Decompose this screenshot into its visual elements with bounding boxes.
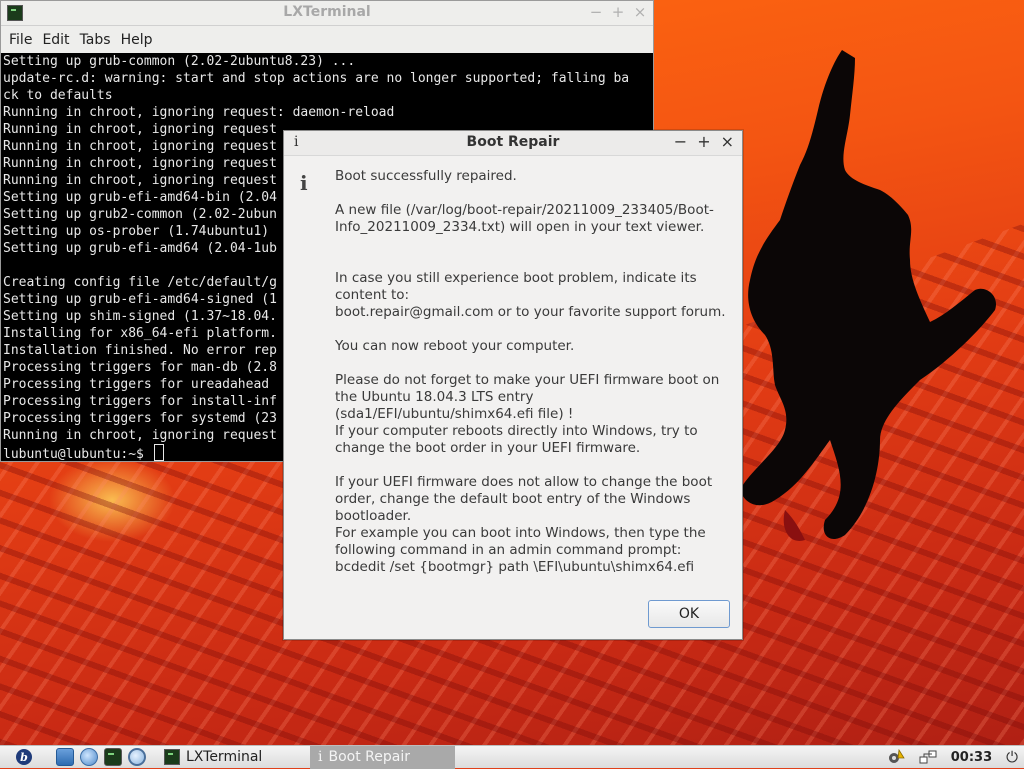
close-icon[interactable]: ×: [633, 3, 647, 21]
info-icon: i: [318, 749, 323, 765]
update-notifier-icon[interactable]: [887, 749, 905, 765]
terminal-line: ck to defaults: [3, 88, 113, 103]
terminal-titlebar[interactable]: LXTerminal − + ×: [1, 1, 653, 26]
web-browser-icon[interactable]: [80, 748, 98, 766]
terminal-title: LXTerminal: [283, 4, 371, 20]
network-icon[interactable]: [919, 749, 937, 765]
message-paragraph: You can now reboot your computer.: [335, 338, 575, 354]
terminal-icon[interactable]: [104, 748, 122, 766]
quick-launch: [56, 748, 146, 766]
task-label: Boot Repair: [328, 749, 410, 765]
menu-edit[interactable]: Edit: [37, 32, 74, 48]
start-menu-button[interactable]: b: [0, 746, 48, 769]
task-label: LXTerminal: [186, 749, 263, 765]
taskbar-item-boot-repair[interactable]: i Boot Repair: [310, 745, 455, 769]
maximize-icon[interactable]: +: [697, 132, 710, 151]
message-paragraph: A new file (/var/log/boot-repair/2021100…: [335, 202, 714, 235]
terminal-prompt: lubuntu@lubuntu:~$: [3, 447, 152, 461]
terminal-line: Setting up grub-common (2.02-2ubuntu8.23…: [3, 54, 356, 69]
dancer-silhouette: [740, 50, 996, 541]
minimize-icon[interactable]: −: [674, 132, 687, 151]
message-paragraph: Please do not forget to make your UEFI f…: [335, 372, 720, 456]
search-icon[interactable]: [128, 748, 146, 766]
terminal-icon: [164, 749, 180, 765]
clock[interactable]: 00:33: [951, 750, 992, 765]
message-paragraph: In case you still experience boot proble…: [335, 270, 726, 320]
menu-help[interactable]: Help: [116, 32, 158, 48]
system-tray: 00:33 ⏻: [887, 748, 1024, 766]
file-manager-icon[interactable]: [56, 748, 74, 766]
terminal-line: update-rc.d: warning: start and stop act…: [3, 71, 630, 86]
power-icon[interactable]: ⏻: [1006, 748, 1018, 766]
info-icon: i: [300, 171, 308, 195]
message-paragraph: If your UEFI firmware does not allow to …: [335, 474, 713, 575]
terminal-menubar: File Edit Tabs Help: [1, 26, 653, 54]
maximize-icon[interactable]: +: [611, 3, 625, 21]
terminal-line: Running in chroot, ignoring request: dae…: [3, 105, 395, 120]
menu-file[interactable]: File: [4, 32, 37, 48]
dialog-message: Boot successfully repaired. A new file (…: [335, 168, 733, 576]
taskbar: b LXTerminal i Boot Repair 00:33 ⏻: [0, 745, 1024, 769]
menu-tabs[interactable]: Tabs: [75, 32, 116, 48]
text-cursor: [153, 444, 164, 461]
close-icon[interactable]: ×: [721, 132, 734, 151]
ok-button[interactable]: OK: [648, 600, 730, 628]
message-paragraph: Boot successfully repaired.: [335, 168, 517, 184]
lubuntu-logo-icon: b: [16, 749, 32, 765]
minimize-icon[interactable]: −: [589, 3, 603, 21]
dialog-titlebar[interactable]: i Boot Repair − + ×: [284, 131, 742, 156]
boot-repair-dialog[interactable]: i Boot Repair − + × i Boot successfully …: [283, 130, 743, 640]
taskbar-item-lxterminal[interactable]: LXTerminal: [156, 746, 306, 769]
